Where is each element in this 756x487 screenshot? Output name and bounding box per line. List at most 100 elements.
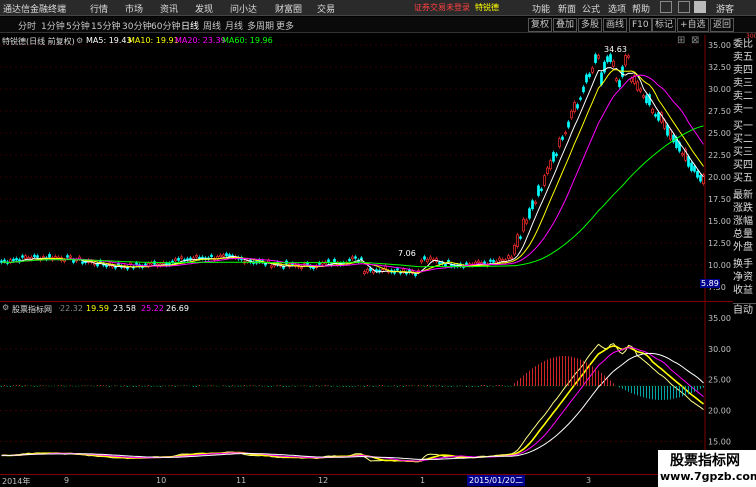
panel-sell2: 卖二 [733,91,753,102]
menu-caifuquan[interactable]: 财富圈 [275,2,302,15]
candle-body [696,171,699,178]
menu-bangzhu[interactable]: 帮助 [632,2,650,15]
candle-body [69,255,72,258]
panel-sell1: 卖一 [733,104,753,115]
price-tick-label: 12.50 [708,239,731,248]
candle-body [105,264,108,268]
indicator-v5: 26.69 [166,304,189,313]
candle-body [507,255,510,259]
menu-wenxiaoda[interactable]: 问小达 [230,2,257,15]
pane-divider [0,301,733,302]
menu-hangqing[interactable]: 行情 [90,2,108,15]
indicator-v1: 22.32 [60,304,83,313]
time-label: 12 [318,476,329,485]
time-label: 10 [156,476,167,485]
candle-body [81,261,84,264]
candle-body [519,236,522,239]
indicator-info-bar: ⚙ 股票指标网 · 22.32 19.59 23.58 25.22 26.69 [2,303,189,314]
period-60min[interactable]: 60分钟 [151,19,180,32]
back-button[interactable]: 返回 [710,18,735,32]
period-weekly[interactable]: 周线 [203,19,221,32]
ind-tick-label: 35.00 [708,314,731,323]
candle-body [501,259,504,262]
period-5min[interactable]: 5分钟 [66,19,90,32]
candle-body [264,263,267,266]
candle-body [180,256,183,259]
panel-sell4: 卖四 [733,65,753,76]
menu-zixun[interactable]: 资讯 [160,2,178,15]
watermark-url: www.7gpzb.com [660,470,756,483]
period-30min[interactable]: 30分钟 [122,19,151,32]
candle-body [624,55,627,66]
menu-gongshi[interactable]: 公式 [582,2,600,15]
candle-body [588,73,591,78]
period-fenshi[interactable]: 分时 [18,19,36,32]
f10-button[interactable]: F10 [629,18,652,32]
multi-stock-button[interactable]: 多股 [578,18,603,32]
fuquan-button[interactable]: 复权 [528,18,553,32]
candle-body [555,153,558,156]
candle-body [513,244,516,255]
period-monthly[interactable]: 月线 [225,19,243,32]
menu-faxian[interactable]: 发现 [195,2,213,15]
menu-shichang[interactable]: 市场 [125,2,143,15]
candle-body [570,110,573,119]
cursor-date-label: 2015/01/20二 [467,475,526,486]
price-tick-label: 17.50 [708,195,731,204]
candle-body [642,95,645,98]
menu-gongneng[interactable]: 功能 [532,2,550,15]
candle-body [495,260,498,264]
draw-line-button[interactable]: 画线 [603,18,628,32]
menu-xinmian[interactable]: 新面 [558,2,576,15]
panel-buy1: 买一 [733,121,753,132]
candle-body [537,185,540,196]
candle-body [33,254,36,258]
indicator-v2: 19.59 [86,304,109,313]
candle-body [699,175,702,182]
candle-body [645,95,648,104]
candle-body [66,255,69,258]
ma-line [1,69,704,274]
period-toolbar: 分时 1分钟 5分钟 15分钟 30分钟 60分钟 日线 周线 月线 多周期 更… [0,17,756,33]
menu-jiaoyi[interactable]: 交易 [317,2,335,15]
panel-volume: 总量 [733,229,753,240]
candle-body [306,262,309,265]
candle-body [267,260,270,263]
candle-body [21,255,24,258]
panel-turnover: 换手 [733,259,753,270]
ma-line [1,125,704,268]
current-price-tag: 5.89 [700,279,720,288]
period-more[interactable]: 更多 [276,19,294,32]
period-1min[interactable]: 1分钟 [41,19,65,32]
candle-body [372,270,375,274]
title-bar: 通达信金融终端 行情 市场 资讯 发现 问小达 财富圈 交易 证券交易未登录 特… [0,0,756,16]
period-multi[interactable]: 多周期 [247,19,274,32]
lock-icon[interactable] [694,1,706,13]
candle-body [654,114,657,117]
panel-auto[interactable]: 自动 [733,303,756,317]
candle-body [48,254,51,258]
grid-icon[interactable] [660,1,672,13]
window-icon[interactable] [678,1,690,13]
login-status[interactable]: 证券交易未登录 [414,2,470,13]
indicator-settings-icon[interactable]: ⚙ [2,303,9,312]
quote-panel: 委比 卖五 卖四 卖三 卖二 卖一 买一 买二 买三 买四 买五 最新 涨跌 涨… [733,35,756,475]
add-watchlist-button[interactable]: +自选 [677,18,709,32]
menu-xuanxiang[interactable]: 选项 [608,2,626,15]
indicator-v3: 23.58 [113,304,136,313]
candle-body [15,258,18,261]
mark-button[interactable]: 标记 [652,18,677,32]
panel-earnings: 收益 [733,285,753,296]
guest-label[interactable]: 游客 [716,2,734,15]
candle-body [360,257,363,260]
period-15min[interactable]: 15分钟 [91,19,120,32]
chart-canvas[interactable]: 35.00 32.50 30.00 27.50 25.00 22.50 20.00 17.50… [0,35,733,475]
period-daily[interactable]: 日线 [181,19,199,32]
indicator-line [1,352,704,460]
candle-body [651,108,654,114]
candle-body [549,160,552,170]
price-tick-label: 10.00 [708,261,731,270]
price-tick-label: 22.50 [708,151,731,160]
candle-body [363,271,366,275]
overlay-button[interactable]: 叠加 [553,18,578,32]
